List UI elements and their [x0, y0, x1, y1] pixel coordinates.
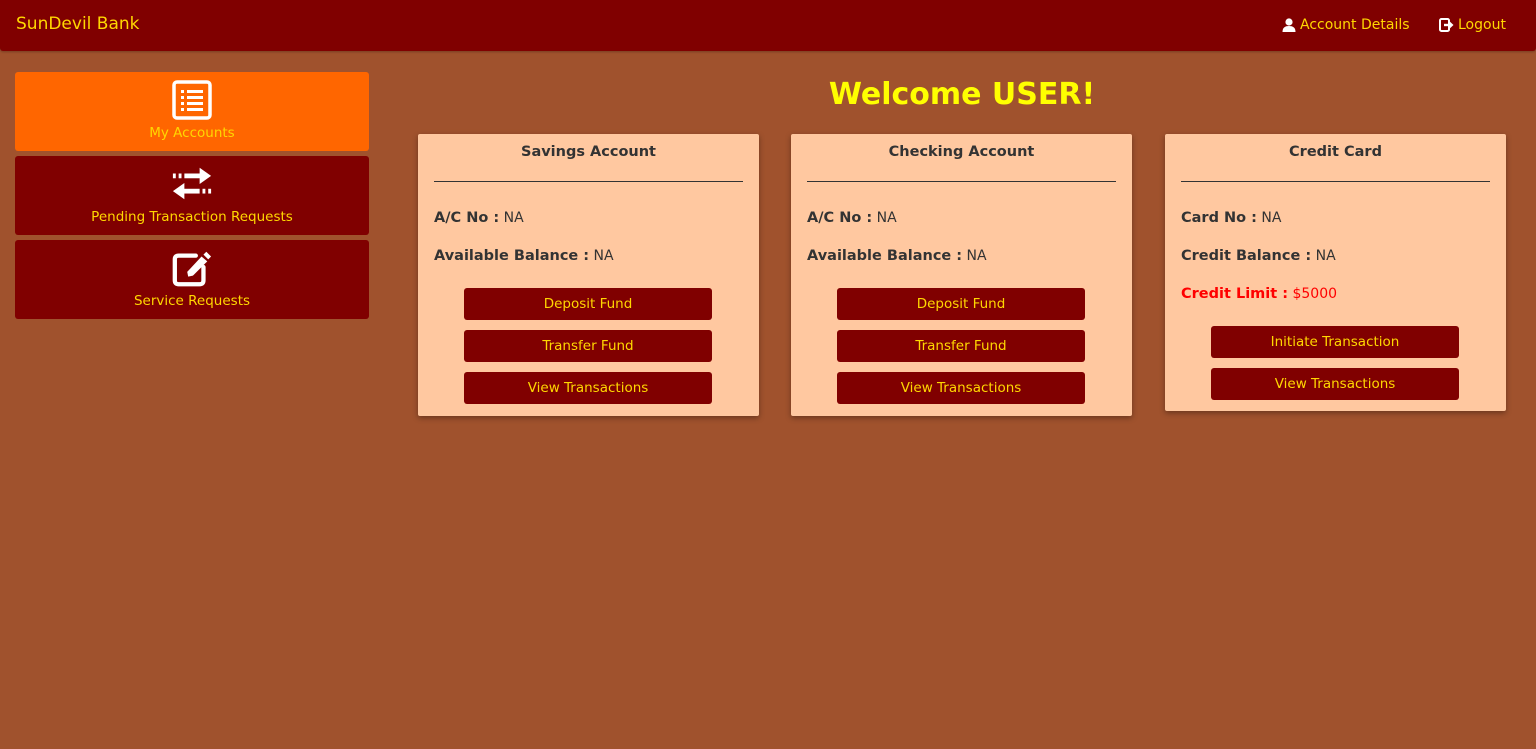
credit-limit-value: $5000: [1292, 286, 1338, 302]
credit-card-card: Credit Card Card No : NA Credit Balance …: [1165, 134, 1506, 411]
edit-icon: [171, 247, 213, 289]
card-title: Credit Card: [1289, 144, 1382, 160]
available-balance-label: Available Balance :: [807, 248, 963, 264]
credit-balance-row: Credit Balance : NA: [1181, 248, 1336, 264]
transfer-fund-button[interactable]: Transfer Fund: [837, 330, 1085, 362]
sidebar-item-label: Service Requests: [133, 293, 251, 309]
deposit-fund-button[interactable]: Deposit Fund: [464, 288, 712, 320]
card-title: Checking Account: [888, 144, 1035, 160]
card-divider: [434, 181, 743, 182]
sidebar-item-service-requests[interactable]: Service Requests: [15, 240, 369, 319]
view-transactions-button[interactable]: View Transactions: [1211, 368, 1459, 400]
account-number-value: NA: [876, 210, 897, 226]
deposit-fund-button[interactable]: Deposit Fund: [837, 288, 1085, 320]
available-balance-label: Available Balance :: [434, 248, 590, 264]
sidebar-item-my-accounts[interactable]: My Accounts: [15, 72, 369, 151]
view-transactions-button[interactable]: View Transactions: [837, 372, 1085, 404]
card-divider: [1181, 181, 1490, 182]
list-icon: [171, 79, 213, 121]
account-details-link[interactable]: Account Details: [1282, 17, 1410, 33]
sidebar-item-pending-transaction-requests[interactable]: Pending Transaction Requests: [15, 156, 369, 235]
available-balance-row: Available Balance : NA: [807, 248, 987, 264]
available-balance-row: Available Balance : NA: [434, 248, 614, 264]
logout-label: Logout: [1458, 17, 1506, 33]
card-title: Savings Account: [521, 144, 656, 160]
initiate-transaction-button[interactable]: Initiate Transaction: [1211, 326, 1459, 358]
card-number-row: Card No : NA: [1181, 210, 1281, 226]
brand-link[interactable]: SunDevil Bank: [16, 14, 140, 34]
checking-account-card: Checking Account A/C No : NA Available B…: [791, 134, 1132, 416]
transfer-fund-button[interactable]: Transfer Fund: [464, 330, 712, 362]
welcome-heading: Welcome USER!: [828, 77, 1096, 112]
credit-limit-label: Credit Limit :: [1181, 286, 1289, 302]
account-number-row: A/C No : NA: [807, 210, 897, 226]
account-number-row: A/C No : NA: [434, 210, 524, 226]
account-number-value: NA: [503, 210, 524, 226]
sidebar-item-label: Pending Transaction Requests: [91, 209, 293, 225]
account-number-label: A/C No :: [434, 210, 500, 226]
logout-link[interactable]: Logout: [1439, 17, 1506, 33]
card-number-label: Card No :: [1181, 210, 1257, 226]
account-details-label: Account Details: [1300, 17, 1410, 33]
top-navbar: SunDevil Bank Account Details Logout: [0, 0, 1536, 51]
transfer-arrows-icon: [171, 163, 213, 205]
available-balance-value: NA: [593, 248, 614, 264]
logout-icon: [1439, 18, 1454, 32]
sidebar-item-label: My Accounts: [149, 125, 235, 141]
view-transactions-button[interactable]: View Transactions: [464, 372, 712, 404]
available-balance-value: NA: [966, 248, 987, 264]
card-number-value: NA: [1261, 210, 1282, 226]
card-divider: [807, 181, 1116, 182]
savings-account-card: Savings Account A/C No : NA Available Ba…: [418, 134, 759, 416]
credit-limit-row: Credit Limit : $5000: [1181, 286, 1337, 302]
credit-balance-label: Credit Balance :: [1181, 248, 1312, 264]
credit-balance-value: NA: [1315, 248, 1336, 264]
account-number-label: A/C No :: [807, 210, 873, 226]
user-icon: [1282, 18, 1296, 32]
